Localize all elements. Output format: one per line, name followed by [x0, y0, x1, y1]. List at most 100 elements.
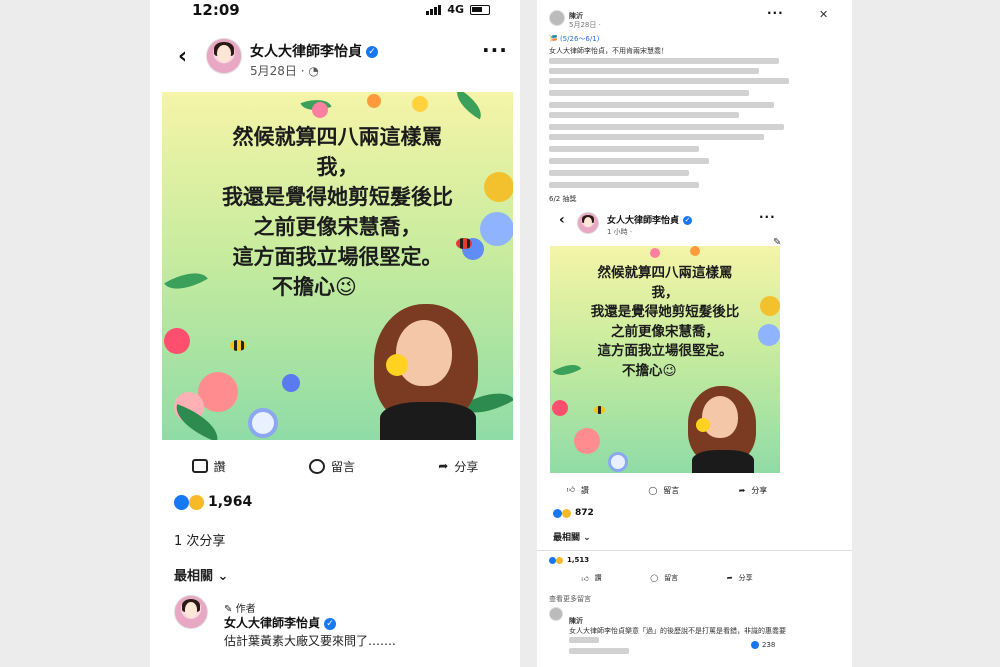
post-text-line: 我還是覺得她剪短髮後比 — [222, 185, 453, 209]
share-icon: ➦ — [738, 485, 746, 495]
comment-icon: ◯ — [648, 485, 658, 495]
shared-text-line: 我還是覺得她剪短髮後比 — [590, 304, 740, 320]
comment-icon: ◯ — [650, 574, 659, 582]
shared-sort-dropdown[interactable]: 最相關 ⌄ — [553, 530, 591, 543]
haha-reaction-icon — [189, 494, 204, 510]
post-action-row: 讚 留言 ➦ 分享 — [150, 454, 520, 478]
share-count[interactable]: 1 次分享 — [174, 530, 225, 549]
post-date[interactable]: 5月28日 · ◔ — [250, 62, 319, 79]
more-options-icon[interactable]: ··· — [482, 38, 508, 62]
status-icons: 4G — [426, 3, 490, 16]
shared-reaction-summary[interactable]: 872 — [553, 508, 594, 518]
shared-woman-illustration — [686, 386, 766, 473]
like-button[interactable]: 讚 — [191, 458, 226, 475]
right-phone-screenshot: 陳沂 5月28日 · ··· ✕ 🎏 (5/26～6/1) 女人大律師李怡貞，不… — [537, 0, 852, 667]
chevron-down-icon: ⌄ — [217, 569, 229, 584]
shared-date: 1 小時 · — [607, 228, 633, 236]
post-text-line: 我， — [316, 155, 359, 179]
more-comments-link[interactable]: 查看更多留言 — [549, 594, 591, 604]
shared-text-line: 不擔心😉 — [622, 362, 677, 379]
comment-icon — [308, 458, 325, 474]
signal-icon — [426, 4, 442, 15]
network-label: 4G — [447, 3, 464, 16]
like-icon — [191, 459, 208, 473]
shared-text-line: 之前更像宋慧喬， — [611, 323, 719, 340]
verified-icon: ✓ — [366, 46, 378, 58]
post-text-line: 然候就算四八兩這樣罵 — [232, 125, 443, 149]
post-header: ‹ 女人大律師李怡貞 ✓ 5月28日 · ◔ ··· — [150, 34, 520, 84]
outer-action-row: 👍︎ 讚 ◯ 留言 ➦ 分享 — [557, 572, 777, 584]
outer-reaction-count: 1,513 — [567, 556, 590, 564]
page-name-text[interactable]: 女人大律師李怡貞 — [250, 44, 362, 60]
comment-button[interactable]: 留言 — [308, 458, 355, 475]
comment-author[interactable]: 女人大律師李怡貞 ✓ — [224, 614, 337, 631]
top-post-avatar[interactable] — [549, 10, 565, 26]
comment-label: 留言 — [330, 459, 355, 474]
outer-like-label: 讚 — [594, 574, 602, 582]
outer-like-button[interactable]: 👍︎ 讚 — [581, 573, 601, 583]
top-post-line: 女人大律師李怡貞，不用肯兩宋慧喬！ — [549, 47, 668, 55]
like-reaction-icon — [549, 556, 556, 564]
comment-text: 估計葉黃素大廠又要來問了……. — [224, 634, 396, 648]
commenter-name[interactable]: 陳沂 — [569, 616, 583, 626]
shared-page-name[interactable]: 女人大律師李怡貞 ✓ — [607, 213, 693, 226]
post-text-line: 這方面我立場很堅定。 — [232, 245, 443, 269]
globe-icon: ◔ — [308, 64, 319, 78]
shared-avatar[interactable] — [577, 212, 599, 234]
shared-text-line: 然候就算四八兩這樣罵 — [597, 265, 733, 281]
status-time: 12:09 — [192, 1, 240, 19]
comment-reaction-count: 238 — [751, 641, 775, 649]
outer-share-label: 分享 — [738, 574, 753, 582]
avatar[interactable] — [206, 38, 242, 74]
shared-more-options-icon[interactable]: ··· — [759, 210, 776, 224]
shared-comment-button[interactable]: ◯ 留言 — [648, 485, 679, 496]
reaction-summary[interactable]: 1,964 — [174, 494, 252, 510]
shared-text-line: 我， — [651, 284, 679, 301]
share-button[interactable]: ➦ 分享 — [438, 458, 478, 475]
page-name[interactable]: 女人大律師李怡貞 ✓ — [250, 41, 378, 61]
shared-comment-label: 留言 — [663, 485, 680, 495]
top-post-date: 5月28日 · — [569, 21, 601, 29]
shared-sort-label: 最相關 — [553, 533, 581, 543]
top-more-options-icon[interactable]: ··· — [767, 6, 784, 20]
outer-reaction-summary[interactable]: 1,513 — [549, 556, 589, 564]
shared-reaction-count: 872 — [575, 508, 594, 518]
shared-text-line: 這方面我立場很堅定。 — [597, 343, 733, 359]
verified-icon: ✓ — [683, 216, 693, 225]
author-tag: ✎ 作者 — [224, 600, 256, 615]
post-text-line: 之前更像宋慧喬， — [253, 215, 422, 239]
status-bar: 12:09 4G — [150, 0, 520, 22]
shared-page-name-text[interactable]: 女人大律師李怡貞 — [607, 216, 679, 226]
share-icon: ➦ — [438, 459, 449, 473]
haha-reaction-icon — [562, 508, 571, 518]
comment-text: 女人大律師李怡貞樂意「過」的後歷說不是打罵是看錯，非識的惠喬要 — [569, 627, 786, 635]
top-post-line: 6/2 抽獎 — [549, 195, 577, 203]
like-label: 讚 — [213, 459, 226, 474]
left-phone-screenshot: 12:09 4G ‹ 女人大律師李怡貞 ✓ 5月28日 · ◔ ··· 然候就算… — [150, 0, 520, 667]
comment-count: 238 — [762, 641, 776, 649]
verified-icon: ✓ — [324, 617, 337, 630]
close-icon[interactable]: ✕ — [819, 8, 828, 21]
like-reaction-icon — [751, 641, 759, 649]
post-image[interactable]: 然候就算四八兩這樣罵 我， 我還是覺得她剪短髮後比 之前更像宋慧喬， 這方面我立… — [162, 92, 513, 440]
shared-post-image[interactable]: 然候就算四八兩這樣罵 我， 我還是覺得她剪短髮後比 之前更像宋慧喬， 這方面我立… — [550, 246, 780, 473]
shared-share-label: 分享 — [751, 485, 768, 495]
commenter-avatar[interactable] — [549, 607, 563, 621]
screenshot-collage: 12:09 4G ‹ 女人大律師李怡貞 ✓ 5月28日 · ◔ ··· 然候就算… — [0, 0, 1000, 667]
sort-dropdown[interactable]: 最相關 ⌄ — [174, 565, 228, 584]
top-post-headline: 🎏 (5/26～6/1) — [549, 35, 600, 43]
comment-author-text[interactable]: 女人大律師李怡貞 — [224, 616, 320, 630]
shared-back-arrow-icon[interactable]: ‹ — [559, 212, 565, 228]
shared-share-button[interactable]: ➦ 分享 — [739, 485, 768, 496]
outer-share-button[interactable]: ➦ 分享 — [727, 573, 753, 583]
back-arrow-icon[interactable]: ‹ — [178, 44, 187, 69]
like-icon: 👍︎ — [566, 485, 576, 494]
outer-comment-label: 留言 — [664, 574, 679, 582]
comment-avatar[interactable] — [174, 595, 208, 629]
share-icon: ➦ — [726, 574, 733, 582]
woman-illustration — [372, 304, 492, 440]
shared-like-button[interactable]: 👍︎ 讚 — [567, 485, 589, 496]
outer-comment-button[interactable]: ◯ 留言 — [650, 573, 678, 583]
post-date-text[interactable]: 5月28日 · — [250, 64, 305, 78]
shared-action-row: 👍︎ 讚 ◯ 留言 ➦ 分享 — [537, 482, 797, 498]
